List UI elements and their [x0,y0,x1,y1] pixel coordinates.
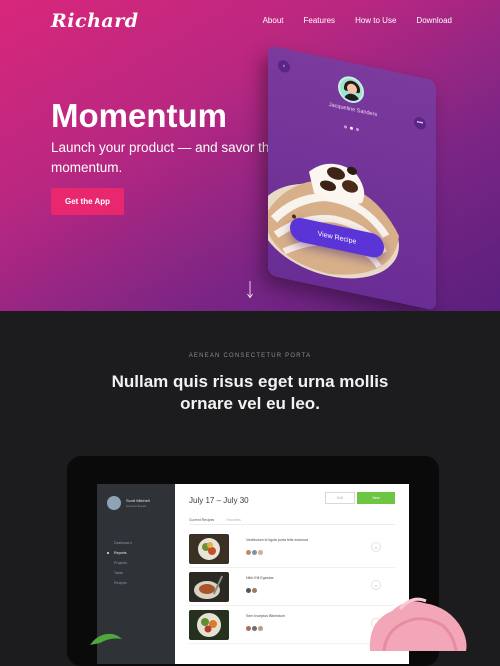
cupcake-decoration-icon [369,597,467,651]
hero-title: Momentum [51,97,227,134]
get-app-button[interactable]: Get the App [51,188,124,215]
leaf-decoration-icon [90,633,122,645]
brand-logo[interactable]: Richard [51,10,139,32]
tab-divider [189,524,395,525]
sidebar-menu: Dashboard Reports Projects Tasks Recipes [107,538,132,588]
hero-section: Richard About Features How to Use Downlo… [0,0,500,311]
features-section: AENEAN CONSECTETUR PORTA Nullam quis ris… [0,311,500,666]
ice-cream-image [268,163,399,279]
nav-features[interactable]: Features [303,16,335,25]
sidebar-item-reports[interactable]: Reports [107,548,132,558]
sidebar-item-label: Reports [114,551,127,555]
section-heading: Nullam quis risus eget urna mollis ornar… [111,372,389,413]
nav-download[interactable]: Download [416,16,452,25]
active-dot-icon [107,552,109,554]
more-icon[interactable]: ••• [414,116,426,131]
food-thumbnail [189,534,229,564]
row-avatars [246,626,263,631]
more-icon[interactable]: •• [371,580,381,590]
row-avatars [246,550,263,555]
sidebar-item-recipes[interactable]: Recipes [114,578,132,588]
new-button[interactable]: New [357,492,395,504]
sidebar-user-role: Account Expert [126,504,147,508]
sidebar-item-tasks[interactable]: Tasks [114,568,132,578]
more-icon[interactable]: •• [371,542,381,552]
row-title: Sem Inceptos Bibendum [246,614,286,618]
list-item[interactable]: Vestibulum id ligula porta felis euismod… [189,530,395,568]
nav-how-to-use[interactable]: How to Use [355,16,396,25]
edit-button[interactable]: Edit [325,492,355,504]
section-eyebrow: AENEAN CONSECTETUR PORTA [188,353,312,359]
hero-subtitle: Launch your product — and savor the mome… [51,140,277,175]
row-avatars [246,588,257,593]
sidebar-user-name: Scott Mitchell [126,498,150,503]
food-thumbnail [189,572,229,602]
back-icon[interactable]: ‹ [278,59,290,74]
scroll-down-icon[interactable] [246,281,254,299]
carousel-dots[interactable] [344,125,359,132]
phone-mockup: ‹ ••• Jacqueline Sanders View Recipe [268,45,436,311]
sidebar-item-dashboard[interactable]: Dashboard [114,538,132,548]
profile-avatar [338,73,364,106]
sidebar-user[interactable]: Scott Mitchell Account Expert [107,496,167,512]
avatar [107,496,121,510]
nav-about[interactable]: About [263,16,284,25]
row-title: Vestibulum id ligula porta felis euismod [246,538,308,542]
sidebar-item-projects[interactable]: Projects [114,558,132,568]
food-thumbnail [189,610,229,640]
top-nav: About Features How to Use Download [263,16,452,25]
date-range[interactable]: July 17 – July 30 [189,496,249,505]
row-title: Nibh Elit Egestas [246,576,274,580]
